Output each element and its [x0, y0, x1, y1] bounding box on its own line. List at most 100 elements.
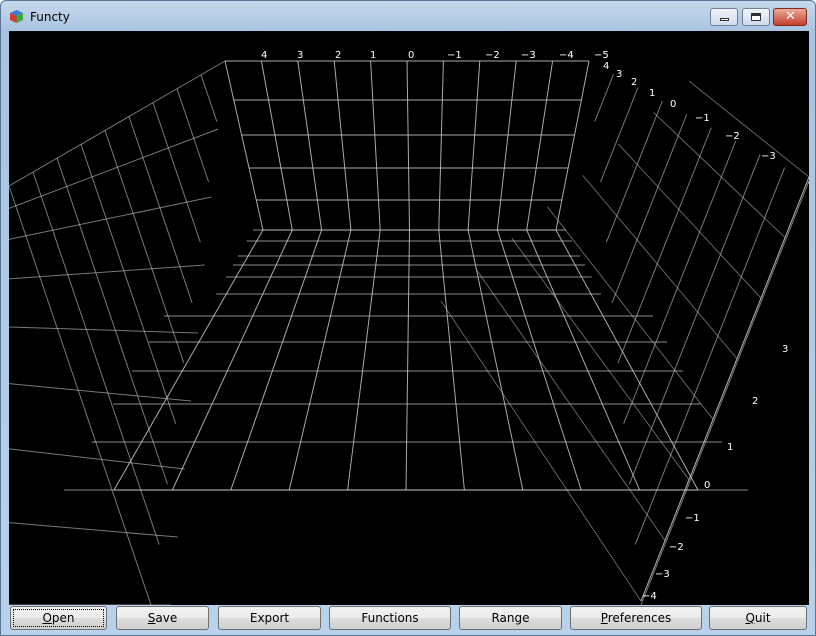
range-label: Range: [491, 611, 530, 625]
right-wall-gridline: [617, 143, 762, 299]
title-bar[interactable]: Functy ✕: [1, 1, 815, 31]
preferences-label: Preferences: [600, 611, 672, 625]
floor-gridline: [467, 229, 524, 491]
y-axis-tick-label: 3: [616, 69, 622, 80]
right-wall-gridline: [611, 114, 688, 303]
left-wall-gridline: [32, 171, 160, 545]
left-wall-gridline: [128, 116, 193, 303]
x-axis-tick-label: 0: [408, 50, 414, 61]
floor-gridline: [555, 229, 699, 491]
left-wall-gridline: [152, 102, 201, 243]
right-wall-gridline: [605, 100, 663, 243]
quit-label: Quit: [745, 611, 771, 625]
x-axis-tick-label: 3: [297, 50, 303, 61]
right-wall-gridline: [623, 140, 737, 424]
x-axis-tick-label: 2: [335, 50, 341, 61]
left-wall-gridline: [200, 74, 218, 122]
export-label: Export: [249, 611, 290, 625]
y-axis-tick-label: −2: [725, 131, 740, 142]
export-button[interactable]: Export: [218, 606, 321, 630]
y-axis-tick-label: −1: [695, 113, 710, 124]
left-wall-gridline: [9, 128, 219, 209]
functions-label: Functions: [361, 611, 419, 625]
maximize-button[interactable]: [742, 8, 770, 26]
y-axis-tick-label: 4: [603, 61, 609, 72]
floor-gridline: [526, 229, 641, 491]
right-wall-gridline: [628, 154, 761, 485]
close-button[interactable]: ✕: [773, 8, 807, 26]
minimize-button[interactable]: [710, 8, 738, 26]
open-button[interactable]: Open: [10, 606, 107, 630]
z-axis-tick-label: −3: [655, 569, 670, 580]
back-wall-gridline: [260, 60, 293, 231]
y-axis-tick-label: 2: [631, 77, 637, 88]
left-wall-gridline: [56, 158, 168, 485]
right-wall-gridline: [653, 112, 786, 238]
right-wall-gridline: [688, 80, 809, 178]
back-wall-gridline: [406, 60, 410, 231]
floor-gridline: [113, 229, 264, 491]
x-axis-tick-label: −5: [594, 50, 609, 61]
functy-app-icon: [10, 10, 23, 23]
back-wall-gridline: [496, 60, 517, 231]
x-axis-tick-label: −3: [521, 50, 536, 61]
right-wall-gridline: [546, 206, 714, 420]
right-wall-gridline: [600, 87, 639, 183]
floor-gridline: [405, 229, 410, 491]
maximize-icon: [751, 13, 761, 21]
open-label: Open: [42, 611, 75, 625]
z-axis-tick-label: 2: [752, 396, 758, 407]
minimize-icon: [720, 18, 729, 21]
right-wall-gridline: [617, 127, 712, 364]
z-axis-tick-label: 3: [782, 344, 788, 355]
left-wall-gridline: [9, 326, 199, 334]
floor-gridline: [347, 229, 381, 491]
save-label: Save: [147, 611, 178, 625]
app-window: Functy ✕ 43210−1−2−3−4−543210−1−2−3−3210…: [0, 0, 816, 636]
floor-gridline: [288, 229, 352, 491]
save-button[interactable]: Save: [116, 606, 209, 630]
range-button[interactable]: Range: [459, 606, 562, 630]
right-wall-gridline: [640, 180, 809, 605]
right-wall-gridline: [594, 74, 614, 122]
back-wall-gridline: [370, 60, 381, 231]
right-wall-gridline: [440, 300, 642, 602]
back-wall-gridline: [526, 60, 554, 231]
plot-canvas[interactable]: 43210−1−2−3−4−543210−1−2−3−3210−1−2−3−4: [9, 31, 809, 605]
z-axis-tick-label: 1: [727, 442, 733, 453]
3d-grid-plot[interactable]: 43210−1−2−3−4−543210−1−2−3−3210−1−2−3−4: [9, 31, 809, 605]
close-icon: ✕: [785, 9, 796, 24]
back-wall-gridline: [467, 60, 481, 231]
functions-button[interactable]: Functions: [329, 606, 451, 630]
z-axis-tick-label: −4: [642, 591, 657, 602]
z-axis-tick-label: −1: [685, 513, 700, 524]
left-wall-gridline: [176, 88, 210, 183]
back-wall-gridline: [555, 60, 590, 231]
floor-gridline: [438, 229, 465, 491]
left-wall-gridline: [80, 144, 177, 424]
y-axis-tick-label: 1: [649, 88, 655, 99]
left-wall-gridline: [104, 130, 185, 364]
quit-button[interactable]: Quit: [709, 606, 807, 630]
y-axis-tick-label: −3: [761, 151, 776, 162]
back-wall-gridline: [224, 60, 264, 231]
floor-gridline: [171, 229, 293, 491]
x-axis-tick-label: 4: [261, 50, 267, 61]
left-wall-gridline: [9, 196, 212, 240]
back-wall-gridline: [333, 60, 352, 231]
y-axis-tick-label: −: [807, 178, 809, 189]
left-wall-gridline: [9, 448, 185, 470]
button-bar: Open Save Export Functions Range Prefere…: [9, 605, 809, 633]
preferences-button[interactable]: Preferences: [570, 606, 702, 630]
back-wall-gridline: [297, 60, 323, 231]
window-title: Functy: [30, 10, 70, 24]
x-axis-tick-label: −1: [447, 50, 462, 61]
z-axis-tick-label: −2: [669, 542, 684, 553]
x-axis-tick-label: 1: [370, 50, 376, 61]
left-wall-gridline: [9, 383, 192, 402]
z-axis-tick-label: 0: [704, 480, 710, 491]
floor-gridline: [230, 229, 323, 491]
back-wall-gridline: [438, 60, 444, 231]
y-axis-tick-label: 0: [670, 99, 676, 110]
x-axis-tick-label: −2: [485, 50, 500, 61]
